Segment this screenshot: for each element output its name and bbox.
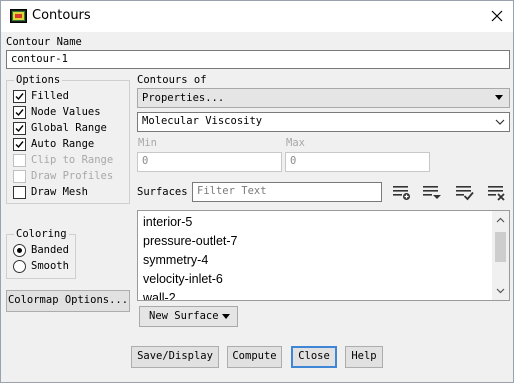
select-dropdown-icon[interactable] [420, 181, 445, 203]
new-surface-label: New Surface [149, 310, 219, 322]
save-display-label: Save/Display [137, 350, 213, 362]
scrollbar-thumb[interactable] [495, 232, 506, 262]
help-label: Help [351, 350, 377, 362]
auto-range-label: Auto Range [31, 138, 95, 150]
coloring-title: Coloring [14, 228, 69, 240]
smooth-radio[interactable] [13, 260, 26, 273]
select-all-icon[interactable] [452, 181, 477, 203]
max-value: 0 [290, 155, 297, 167]
scroll-down-icon[interactable] [496, 288, 505, 294]
min-label: Min [138, 137, 157, 149]
contours-dialog: Contours Contour Name contour-1 Options … [0, 0, 514, 383]
compute-button[interactable]: Compute [227, 346, 282, 368]
min-value: 0 [142, 155, 149, 167]
draw-profiles-checkbox [13, 170, 26, 183]
auto-range-checkbox[interactable] [13, 138, 26, 151]
contour-quantity-dropdown[interactable]: Molecular Viscosity [137, 112, 510, 132]
window-title: Contours [32, 8, 91, 23]
scroll-up-icon[interactable] [496, 217, 505, 223]
chevron-down-icon [222, 314, 230, 319]
banded-label: Banded [31, 244, 69, 256]
close-button[interactable]: Close [291, 346, 337, 368]
surfaces-label: Surfaces [137, 186, 188, 198]
draw-mesh-label: Draw Mesh [31, 186, 88, 198]
draw-profiles-label: Draw Profiles [31, 170, 114, 182]
surface-filter-input[interactable]: Filter Text [192, 182, 382, 202]
node-values-label: Node Values [31, 106, 101, 118]
surfaces-scrollbar[interactable] [492, 211, 509, 300]
filled-checkbox[interactable] [13, 90, 26, 103]
surfaces-list[interactable]: interior-5 pressure-outlet-7 symmetry-4 … [137, 210, 510, 301]
check-icon [15, 141, 24, 149]
check-icon [15, 125, 24, 133]
banded-radio[interactable] [13, 244, 26, 257]
surface-filter-placeholder: Filter Text [197, 185, 267, 197]
contour-category-dropdown[interactable]: Properties... [137, 88, 510, 108]
node-values-checkbox[interactable] [13, 106, 26, 119]
draw-mesh-checkbox[interactable] [13, 186, 26, 199]
close-icon[interactable] [488, 7, 506, 25]
colormap-options-label: Colormap Options... [7, 294, 129, 306]
check-icon [15, 109, 24, 117]
new-surface-icon[interactable] [389, 181, 414, 203]
min-input: 0 [137, 152, 282, 172]
clip-to-range-checkbox [13, 154, 26, 167]
global-range-label: Global Range [31, 122, 107, 134]
list-item[interactable]: interior-5 [143, 215, 192, 229]
help-button[interactable]: Help [345, 346, 383, 368]
title-bar: Contours [1, 1, 513, 32]
list-item[interactable]: pressure-outlet-7 [143, 234, 238, 248]
contours-of-label: Contours of [137, 74, 207, 86]
chevron-down-icon [495, 119, 505, 125]
filled-label: Filled [31, 90, 69, 102]
compute-label: Compute [232, 350, 277, 362]
smooth-label: Smooth [31, 260, 69, 272]
list-item[interactable]: wall-2 [143, 291, 176, 300]
deselect-all-icon[interactable] [484, 181, 509, 203]
max-label: Max [286, 137, 305, 149]
max-input: 0 [285, 152, 430, 172]
check-icon [15, 93, 24, 101]
options-title: Options [14, 74, 63, 86]
list-item[interactable]: velocity-inlet-6 [143, 272, 223, 286]
contour-name-label: Contour Name [6, 36, 82, 48]
global-range-checkbox[interactable] [13, 122, 26, 135]
clip-to-range-label: Clip to Range [31, 154, 114, 166]
contour-name-input[interactable]: contour-1 [6, 50, 510, 69]
list-item[interactable]: symmetry-4 [143, 253, 208, 267]
colormap-options-button[interactable]: Colormap Options... [6, 290, 130, 312]
chevron-down-icon [495, 95, 503, 100]
contour-name-value: contour-1 [11, 53, 68, 65]
contour-quantity-value: Molecular Viscosity [142, 115, 263, 127]
close-label: Close [298, 350, 330, 362]
app-icon [10, 9, 27, 23]
save-display-button[interactable]: Save/Display [131, 346, 219, 368]
contour-category-value: Properties... [142, 92, 225, 104]
new-surface-dropdown[interactable]: New Surface [139, 306, 238, 327]
